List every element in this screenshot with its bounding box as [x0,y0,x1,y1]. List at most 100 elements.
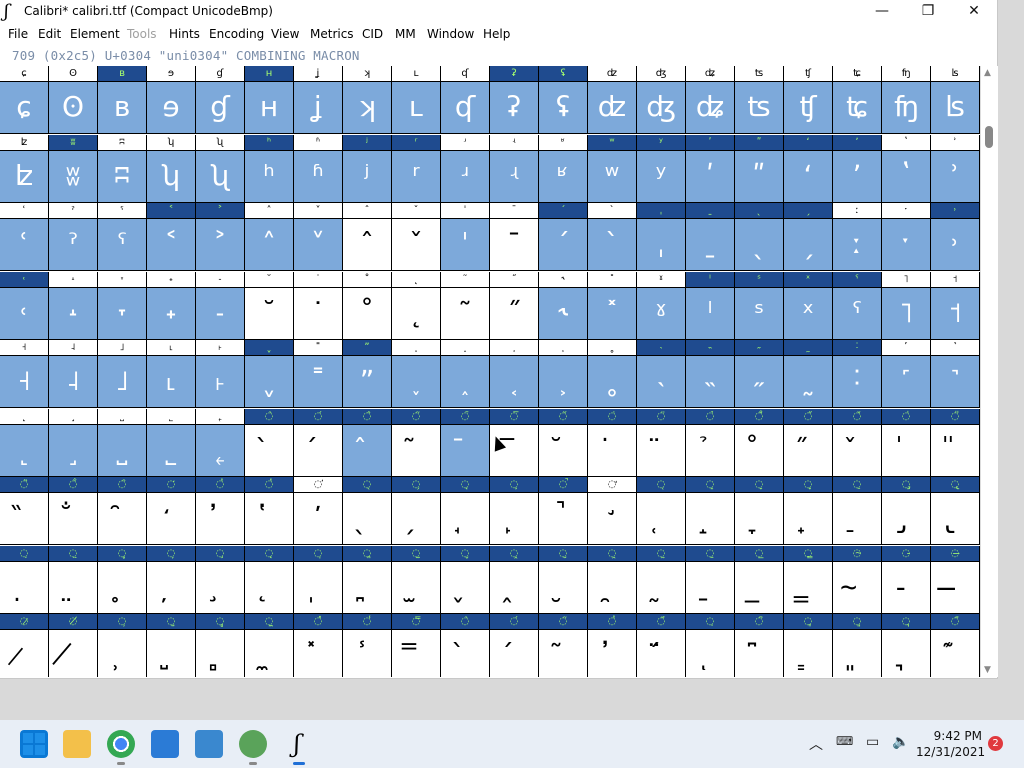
glyph-cell[interactable]: ˴ ˴ [637,340,686,409]
glyph-cell[interactable]: ʼʼ [833,134,882,204]
glyph-cell[interactable]: ʟʟ [392,66,441,135]
notification-badge[interactable]: 2 [988,736,1003,751]
glyph-cell[interactable]: ◌ͅͅ [686,614,735,677]
glyph-cell[interactable]: ˦ ˦ [931,271,980,341]
glyph-cell[interactable]: ◌̢̢ [931,477,980,546]
glyph-cell[interactable]: ˩ ˩ [98,340,147,409]
glyph-cell[interactable]: ˨ ˨ [49,340,98,409]
menu-tools[interactable]: Tools [127,27,157,41]
glyph-cell[interactable]: ˹ ˹ [882,340,931,409]
glyph-cell[interactable]: ʪʪ [931,66,980,135]
glyph-cell[interactable]: ˮˮ [343,340,392,409]
glyph-cell[interactable]: ˢˢ [735,271,784,341]
glyph-cell[interactable]: ◌̇̇ [588,408,637,478]
tray-chevron-icon[interactable]: ︿ [809,734,823,754]
glyph-cell[interactable]: ◌̄̄ [441,408,490,478]
glyph-cell[interactable]: ˱ ˱ [490,340,539,409]
minimize-button[interactable]: — [859,0,905,24]
glyph-cell[interactable]: ◌̳̳ [784,545,833,615]
glyph-cell[interactable]: ʩʩ [882,66,931,135]
glyph-cell[interactable]: ˬˬ [245,340,294,409]
glyph-cell[interactable]: ◌̴̴ [833,545,882,615]
glyph-cell[interactable]: ◌͊͊ [931,614,980,677]
glyph-cell[interactable]: ˭ ˭ [294,340,343,409]
glyph-cell[interactable]: ʵʵ [490,134,539,204]
start-button-icon[interactable] [20,730,48,758]
glyph-cell[interactable]: ◌̭̭ [490,545,539,615]
glyph-cell[interactable]: ʥʥ [686,66,735,135]
glyph-cell[interactable]: ◌̜̜ [637,477,686,546]
menu-edit[interactable]: Edit [38,27,61,41]
glyph-cell[interactable]: ◌̎̎ [931,408,980,478]
glyph-cell[interactable]: ˺ ˺ [931,340,980,409]
glyph-cell[interactable]: ʳʳ [392,134,441,204]
glyph-cell[interactable]: ˀˀ [49,203,98,272]
glyph-cell[interactable]: ˙ ˙ [294,271,343,341]
glyph-cell[interactable]: ◌̼̼ [245,614,294,677]
glyph-cell[interactable]: ◌̍̍ [882,408,931,478]
glyph-cell[interactable]: ◌̔̔ [245,477,294,546]
glyph-cell[interactable]: ◌̀̀ [245,408,294,478]
glyph-cell[interactable]: ʿʿ [0,203,49,272]
glyph-cell[interactable]: ◌̯̯ [588,545,637,615]
glyph-cell[interactable]: ʭʭ [98,134,147,204]
glyph-cell[interactable]: ʸʸ [637,134,686,204]
glyph-cell[interactable]: ʷʷ [588,134,637,204]
glyph-cell[interactable]: ːː [833,203,882,272]
glyph-cell[interactable]: ˋˋ [588,203,637,272]
glyph-cell[interactable]: ˟ ˟ [588,271,637,341]
glyph-cell[interactable]: ◌̡̡ [882,477,931,546]
glyph-cell[interactable]: ˊˊ [539,203,588,272]
glyph-cell[interactable]: ʯʯ [196,134,245,204]
maximize-button[interactable]: ❐ [905,0,951,24]
glyph-cell[interactable]: ʦʦ [735,66,784,135]
glyph-cell[interactable]: ◌̓̓ [196,477,245,546]
glyph-cell[interactable]: ◌̾̾ [343,614,392,677]
glyph-cell[interactable]: ʽʽ [882,134,931,204]
glyph-cell[interactable]: ◌̷̷ [0,614,49,677]
app-icon[interactable] [239,730,267,758]
glyph-cell[interactable]: ˠˠ [637,271,686,341]
glyph-cell[interactable]: ◌́́ [294,408,343,478]
glyph-cell[interactable]: ˛ ˛ [392,271,441,341]
glyph-cell[interactable]: ɘɘ [147,66,196,135]
glyph-cell[interactable]: ʻʻ [784,134,833,204]
glyph-cell[interactable]: ʮʮ [147,134,196,204]
glyph-cell[interactable]: ◌̺̺ [147,614,196,677]
glyph-cell[interactable]: ◌̠̠ [833,477,882,546]
title-bar[interactable]: ʃ Calibri* calibri.ttf (Compact UnicodeB… [0,0,997,24]
glyph-cell[interactable]: ◌̪̪ [343,545,392,615]
glyph-cell[interactable]: ɕɕ [0,66,49,135]
glyph-cell[interactable]: ˻ ˻ [0,408,49,478]
glyph-cell[interactable]: ◌̵̵ [882,545,931,615]
glyph-cell[interactable]: ˡˡ [686,271,735,341]
glyph-cell[interactable]: ◌̣̣ [0,545,49,615]
glyph-cell[interactable]: ˽ ˽ [98,408,147,478]
glyph-cell[interactable]: ʣʣ [588,66,637,135]
photos-icon[interactable] [195,730,223,758]
glyph-cell[interactable]: ˓ ˓ [0,271,49,341]
scroll-up-arrow-icon[interactable]: ▲ [984,68,991,78]
glyph-cell[interactable]: ˃ ˃ [196,203,245,272]
glyph-cell[interactable]: ◌̆̆ [539,408,588,478]
glyph-cell[interactable]: ˤˤ [833,271,882,341]
glyph-cell[interactable]: ʾʾ [931,134,980,204]
glyph-cell[interactable]: ʺʺ [735,134,784,204]
glyph-cell[interactable]: ◌̱̱ [686,545,735,615]
glyph-cell[interactable]: ˈˈ [441,203,490,272]
glyph-cell[interactable]: ʢʢ [539,66,588,135]
menu-encoding[interactable]: Encoding [209,27,264,41]
glyph-cell[interactable]: ˄ ˄ [245,203,294,272]
glyph-cell[interactable]: ◌̙̙ [490,477,539,546]
glyph-cell[interactable]: ʰʰ [245,134,294,204]
glyph-cell[interactable]: ˾ ˾ [147,408,196,478]
glyph-cell[interactable]: ◌̀̀ [441,614,490,677]
glyph-cell[interactable]: ʠʠ [441,66,490,135]
scroll-down-arrow-icon[interactable]: ▼ [984,665,991,675]
glyph-cell[interactable]: ˂ ˂ [147,203,196,272]
glyph-cell[interactable]: ◌̑̑ [98,477,147,546]
glyph-cell[interactable]: ◌̌̌ [833,408,882,478]
glyph-cell[interactable]: ˯ ˯ [392,340,441,409]
keyboard-icon[interactable]: ⌨ [836,734,853,748]
glyph-cell[interactable]: ◌͇͇ [784,614,833,677]
